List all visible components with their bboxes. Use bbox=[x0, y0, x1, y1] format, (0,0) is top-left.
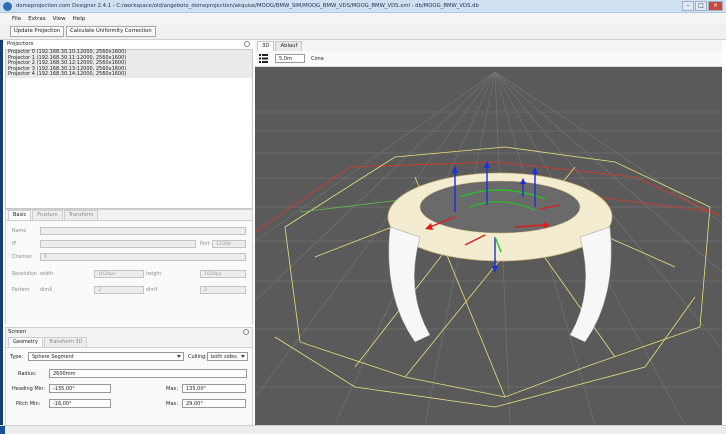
tab-geometry[interactable]: Geometry bbox=[8, 337, 43, 347]
height-field[interactable]: 1024px bbox=[200, 270, 246, 278]
view-tabs: 3D Ablauf bbox=[257, 41, 303, 51]
pitch-min-field[interactable]: -16,00° bbox=[49, 399, 111, 408]
width-label: width bbox=[40, 272, 54, 277]
radius-field[interactable]: 2600mm bbox=[49, 369, 247, 378]
dimx-field[interactable]: 2 bbox=[94, 286, 144, 294]
type-select-value: Sphere Segment bbox=[32, 354, 74, 360]
screen-panel: Screen Geometry Transform 3D Type: Spher… bbox=[5, 327, 253, 425]
type-label: Type: bbox=[10, 354, 24, 360]
pattern-label: Pattern bbox=[12, 288, 30, 293]
heading-max-field[interactable]: 135,00° bbox=[182, 384, 246, 393]
maximize-icon[interactable]: □ bbox=[695, 1, 707, 11]
name-field[interactable] bbox=[40, 227, 246, 235]
heading-min-label: Heading Min: bbox=[12, 386, 45, 392]
projector-list[interactable]: Projector 0 (192.168.30.10:12000, 2560x1… bbox=[5, 49, 253, 209]
window-controls: – □ × bbox=[682, 1, 723, 11]
width-field[interactable]: 1024px bbox=[94, 270, 144, 278]
port-field[interactable]: 12000 bbox=[212, 240, 246, 248]
menu-file[interactable]: File bbox=[12, 16, 21, 22]
dimy-field[interactable]: 2 bbox=[200, 286, 246, 294]
chevron-down-icon bbox=[177, 355, 181, 358]
app-icon bbox=[3, 2, 12, 11]
radius-label: Radius: bbox=[18, 371, 37, 377]
status-bar bbox=[0, 425, 726, 434]
float-icon[interactable] bbox=[243, 329, 249, 335]
pitch-max-label: Max: bbox=[166, 401, 179, 407]
screen-header: Screen bbox=[6, 328, 252, 336]
status-stripe bbox=[0, 426, 5, 434]
resolution-label: Resolution bbox=[12, 272, 38, 277]
projector-properties: Basic Frustum Transform Name IP Port 120… bbox=[5, 209, 253, 324]
port-label: Port bbox=[200, 242, 210, 247]
culling-select-value: both sides bbox=[211, 354, 237, 360]
pitch-min-label: Pitch Min: bbox=[16, 401, 41, 407]
culling-select[interactable]: both sides bbox=[207, 352, 248, 361]
heading-min-field[interactable]: -135,00° bbox=[49, 384, 111, 393]
calculate-uniformity-button[interactable]: Calculate Uniformity Correction bbox=[66, 26, 156, 37]
channel-field[interactable]: 0 bbox=[40, 253, 246, 261]
3d-viewport[interactable] bbox=[255, 67, 722, 425]
desktop-edge bbox=[0, 40, 3, 425]
menu-bar: File Extras View Help bbox=[0, 13, 726, 24]
screen-tabs: Geometry Transform 3D bbox=[8, 337, 88, 347]
window-title: domeprojection.com Designer 2.4.1 - C:/w… bbox=[16, 3, 479, 9]
dome-screen bbox=[387, 172, 613, 343]
pitch-max-field[interactable]: 29,00° bbox=[182, 399, 246, 408]
tab-3d[interactable]: 3D bbox=[257, 41, 275, 51]
dimy-label: dimY bbox=[146, 288, 158, 293]
heading-max-label: Max: bbox=[166, 386, 179, 392]
title-bar: domeprojection.com Designer 2.4.1 - C:/w… bbox=[0, 0, 726, 13]
tab-basic[interactable]: Basic bbox=[8, 210, 32, 220]
view-panel: 3D Ablauf 5,0m Cone bbox=[255, 40, 722, 425]
update-projection-button[interactable]: Update Projection bbox=[10, 26, 65, 37]
list-item[interactable]: Projector 4 (192.168.30.14:12000, 2560x1… bbox=[6, 72, 252, 78]
height-label: height bbox=[146, 272, 162, 277]
list-icon[interactable] bbox=[259, 54, 268, 63]
view-toolbar: 5,0m Cone bbox=[255, 51, 722, 67]
chevron-down-icon bbox=[241, 355, 245, 358]
projector-tabs: Basic Frustum Transform bbox=[8, 210, 99, 220]
tab-frustum[interactable]: Frustum bbox=[32, 210, 63, 220]
projectors-title: Projectors bbox=[7, 41, 34, 47]
close-icon[interactable]: × bbox=[708, 1, 723, 11]
menu-help[interactable]: Help bbox=[73, 16, 86, 22]
dimx-label: dimX bbox=[40, 288, 53, 293]
float-icon[interactable] bbox=[244, 41, 250, 47]
geometry-form: Type: Sphere Segment Culling: both sides… bbox=[6, 347, 252, 425]
channel-label: Channel bbox=[12, 255, 32, 260]
menu-view[interactable]: View bbox=[53, 16, 66, 22]
distance-field[interactable]: 5,0m bbox=[275, 54, 305, 63]
ip-field[interactable] bbox=[40, 240, 196, 248]
name-label: Name bbox=[12, 229, 27, 234]
left-panel: Projectors Projector 0 (192.168.30.10:12… bbox=[5, 40, 253, 425]
tab-ablauf[interactable]: Ablauf bbox=[275, 41, 303, 51]
type-select[interactable]: Sphere Segment bbox=[28, 352, 184, 361]
cone-label: Cone bbox=[311, 56, 324, 62]
basic-form: Name IP Port 12000 Channel 0 Resolution … bbox=[6, 220, 252, 324]
ip-label: IP bbox=[12, 242, 17, 247]
tab-transform[interactable]: Transform bbox=[63, 210, 99, 220]
minimize-icon[interactable]: – bbox=[682, 1, 694, 11]
menu-extras[interactable]: Extras bbox=[28, 16, 45, 22]
tab-transform-3d[interactable]: Transform 3D bbox=[43, 337, 88, 347]
scene-canvas[interactable] bbox=[255, 67, 722, 425]
projectors-header: Projectors bbox=[5, 40, 253, 48]
screen-title: Screen bbox=[8, 329, 27, 335]
culling-label: Culling: bbox=[188, 354, 207, 360]
main-toolbar: Update Projection Calculate Uniformity C… bbox=[0, 24, 726, 40]
